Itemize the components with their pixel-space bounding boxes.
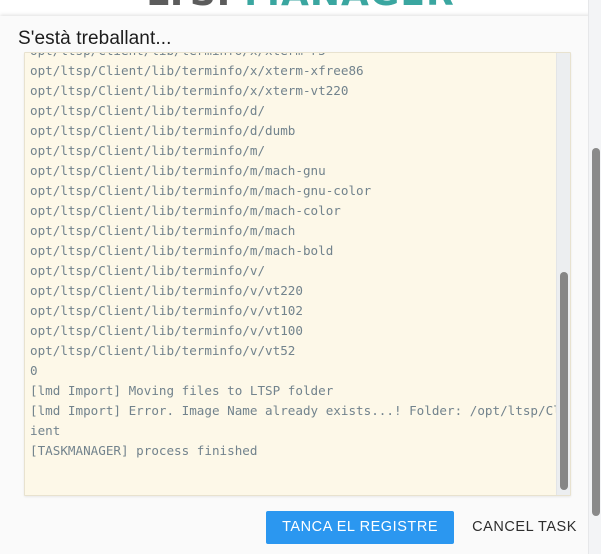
log-line: opt/ltsp/Client/lib/terminfo/x/xterm-vt2…: [30, 83, 349, 98]
log-line: opt/ltsp/Client/lib/terminfo/v/vt100: [30, 323, 303, 338]
log-line: opt/ltsp/Client/lib/terminfo/v/: [30, 263, 266, 278]
log-line: opt/ltsp/Client/lib/terminfo/d/dumb: [30, 123, 296, 138]
close-log-button[interactable]: TANCA EL REGISTRE: [266, 510, 455, 544]
log-line: opt/ltsp/Client/lib/terminfo/v/vt102: [30, 303, 303, 318]
brand-secondary-text: MANAGER: [244, 0, 455, 14]
log-line: opt/ltsp/Client/lib/terminfo/m/mach-gnu: [30, 163, 326, 178]
log-scrollbar-thumb[interactable]: [560, 272, 568, 490]
log-line: opt/ltsp/Client/lib/terminfo/m/mach: [30, 223, 296, 238]
log-line: opt/ltsp/Client/lib/terminfo/m/mach-colo…: [30, 203, 341, 218]
log-line: [TASKMANAGER] process finished: [30, 443, 258, 458]
log-line: [lmd Import] Error. Image Name already e…: [30, 403, 561, 438]
log-line: opt/ltsp/Client/lib/terminfo/x/xterm-xfr…: [30, 63, 364, 78]
brand-primary-text: LTSP: [146, 0, 244, 14]
page-scrollbar[interactable]: [588, 0, 601, 554]
working-dialog: S'està treballant... opt/ltsp/Client/lib…: [0, 16, 601, 554]
screen: LTSPMANAGER S'està treballant... opt/lts…: [0, 0, 601, 554]
log-line: opt/ltsp/Client/lib/terminfo/v/vt52: [30, 343, 296, 358]
log-line: opt/ltsp/Client/lib/terminfo/v/vt220: [30, 283, 303, 298]
log-line: opt/ltsp/Client/lib/terminfo/x/xterm-r5: [30, 53, 564, 61]
log-line: opt/ltsp/Client/lib/terminfo/d/: [30, 103, 266, 118]
log-scroll-viewport[interactable]: opt/ltsp/Client/lib/terminfo/x/xterm-r5 o…: [25, 53, 570, 495]
app-logo: LTSPMANAGER: [0, 0, 601, 16]
log-line: [lmd Import] Moving files to LTSP folder: [30, 383, 334, 398]
log-lines-container: opt/ltsp/Client/lib/terminfo/x/xterm-r5 o…: [25, 53, 570, 461]
cancel-task-button[interactable]: CANCEL TASK: [464, 511, 585, 544]
page-scrollbar-thumb[interactable]: [592, 148, 600, 516]
log-output-panel[interactable]: opt/ltsp/Client/lib/terminfo/x/xterm-r5 o…: [24, 52, 571, 496]
log-scrollbar[interactable]: [556, 53, 570, 495]
log-line: opt/ltsp/Client/lib/terminfo/m/mach-gnu-…: [30, 183, 372, 198]
dialog-title: S'està treballant...: [18, 28, 172, 49]
log-line: 0: [30, 363, 38, 378]
log-line: opt/ltsp/Client/lib/terminfo/m/mach-bold: [30, 243, 334, 258]
log-line: opt/ltsp/Client/lib/terminfo/m/: [30, 143, 266, 158]
dialog-action-row: TANCA EL REGISTRE CANCEL TASK: [266, 509, 585, 545]
app-background-strip: LTSPMANAGER: [0, 0, 601, 16]
